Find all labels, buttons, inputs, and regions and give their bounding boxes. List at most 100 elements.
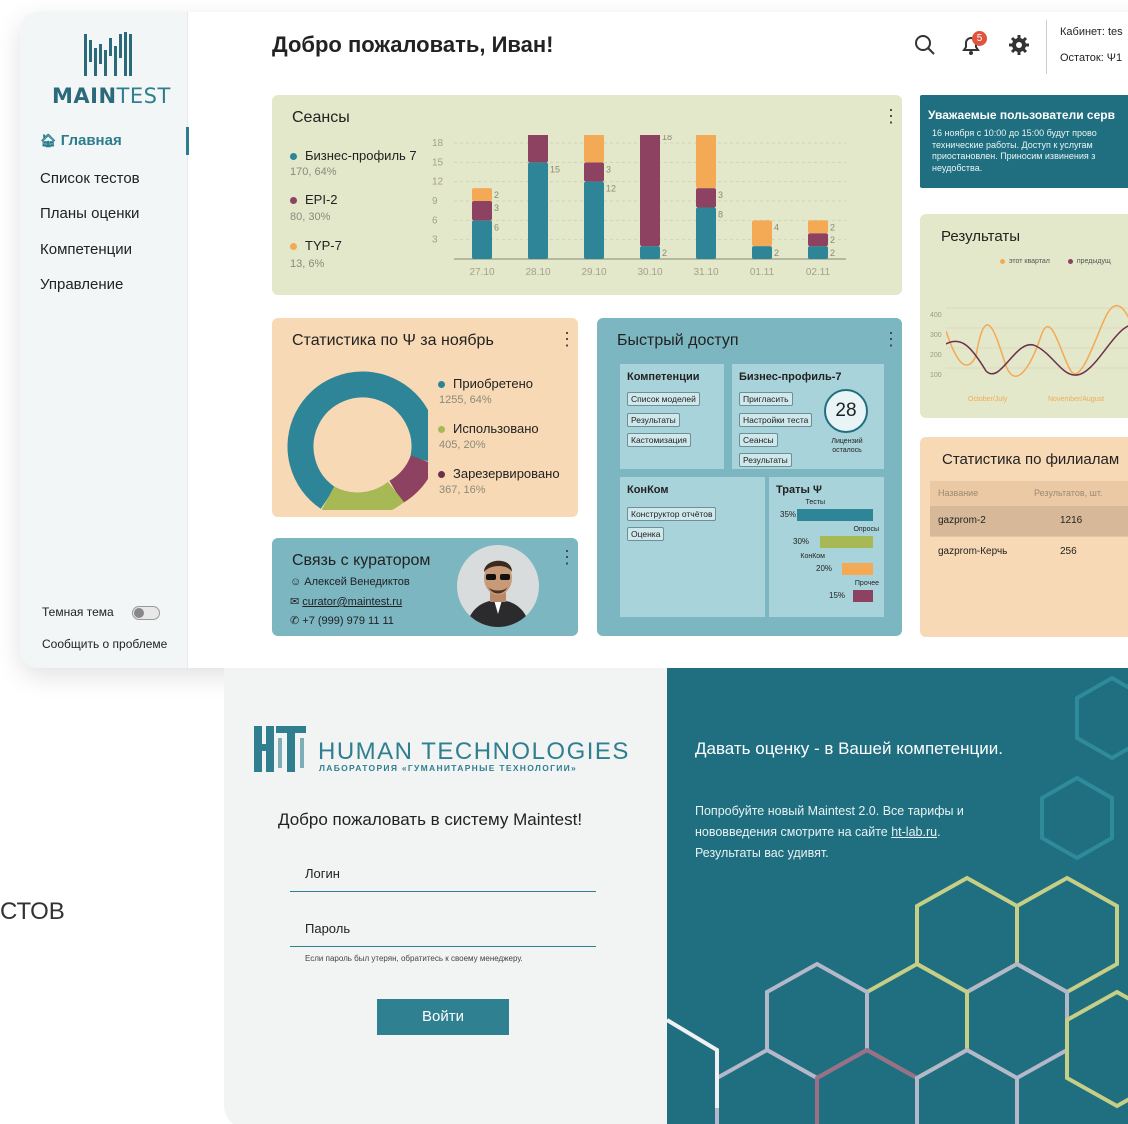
y-tick-label: 15 [432,157,444,168]
gear-icon[interactable] [1008,34,1030,56]
sessions-title: Сеансы [292,109,350,126]
bar-value-label: 4 [774,222,779,232]
bar-value-label: 2 [494,190,499,200]
results-line-chart [946,304,1128,377]
brand-name: HUMAN TECHNOLOGIES [318,738,630,765]
stats-legend-item: Приобретено [438,376,533,391]
x-tick-label: 02.11 [806,267,831,278]
bar-segment [696,135,716,189]
notification-badge: 5 [972,31,987,46]
stats-menu-icon[interactable]: ⋮ [558,330,576,348]
sidebar-item-home[interactable]: 🏠︎ Главная [40,132,122,149]
donut-segment-reserved [388,454,428,504]
quick-access-menu-icon[interactable]: ⋮ [882,330,900,348]
login-field[interactable]: Логин [290,866,596,892]
spend-bar [841,563,873,575]
results-xtick: October/July [968,396,1008,403]
results-xtick: November/August [1048,396,1105,403]
x-tick-label: 28.10 [525,267,550,278]
sessions-legend-sub: 170, 64% [290,166,337,178]
bar-segment [528,135,548,163]
password-field[interactable]: Пароль [290,921,596,947]
sidebar-item-competencies[interactable]: Компетенции [40,241,132,258]
balance-label: Остаток: Ψ1 [1060,52,1123,64]
sessions-card: Сеансы ⋮ Бизнес-профиль 7 170, 64% EPI-2… [272,95,902,295]
legend-dot-icon [438,426,445,434]
qa-link-bp7-results[interactable]: Результаты [739,453,792,467]
bar-segment [752,246,772,259]
stats-title: Статистика по Ψ за ноябрь [292,332,494,349]
bar-segment [696,188,716,208]
y-tick-label: 3 [432,235,438,246]
dashboard-window: MAINTEST 🏠︎ Главная Список тестов Планы … [20,12,1128,668]
qa-link-test-settings[interactable]: Настройки теста [739,413,813,427]
user-icon: ☺ [290,576,302,588]
stats-legend-sub: 405, 20% [439,439,486,451]
bar-value-label: 2 [662,248,667,258]
qa-link-sessions[interactable]: Сеансы [739,433,778,447]
qa-competencies-panel: Компетенции Список моделей Результаты Ка… [620,364,724,469]
bar-segment [584,135,604,163]
x-tick-label: 31.10 [693,267,718,278]
qa-link-customization[interactable]: Кастомизация [627,433,691,447]
bar-value-label: 3 [494,203,499,213]
login-button[interactable]: Войти [377,999,509,1035]
spend-bar [819,536,873,548]
y-tick-label: 18 [432,138,444,149]
qa-bp7-panel: Бизнес-профиль-7 Пригласить Настройки те… [732,364,884,469]
bar-value-label: 18 [662,135,672,142]
qa-link-results[interactable]: Результаты [627,413,680,427]
results-legend: этот квартал предыдущ [1000,258,1111,265]
qa-konkom-title: КонКом [627,484,669,496]
qa-link-evaluation[interactable]: Оценка [627,527,665,541]
dark-theme-toggle[interactable] [132,606,160,620]
promo-tagline: Давать оценку - в Вашей компетенции. [695,739,1003,758]
spend-percent-label: 30% [793,537,810,546]
password-hint: Если пароль был утерян, обратитесь к сво… [305,954,523,963]
sidebar-item-plans[interactable]: Планы оценки [40,205,139,222]
active-nav-indicator [186,127,189,155]
x-tick-label: 27.10 [469,267,494,278]
sidebar-item-tests[interactable]: Список тестов [40,170,140,187]
bar-segment [752,220,772,247]
x-tick-label: 30.10 [637,267,662,278]
maintest-logo-text: MAINTEST [52,84,171,108]
results-series-current [946,304,1128,377]
bar-value-label: 15 [550,164,560,174]
qa-konkom-panel: КонКом Конструктор отчётов Оценка [620,477,765,617]
sidebar-item-management[interactable]: Управление [40,276,123,293]
phone-icon: ✆ [290,615,300,627]
qa-link-models[interactable]: Список моделей [627,392,700,406]
sessions-legend-sub: 13, 6% [290,258,325,270]
promo-site-link[interactable]: ht-lab.ru [891,825,937,839]
header-divider [1046,20,1047,74]
y-tick-label: 9 [432,196,438,207]
table-row[interactable]: gazprom-2 1216 [930,506,1128,536]
results-title: Результаты [941,228,1020,245]
search-icon[interactable] [914,34,936,56]
spend-category-label: КонКом [800,553,825,560]
quick-access-card: Быстрый доступ ⋮ Компетенции Список моде… [597,318,902,636]
legend-dot-icon [1000,258,1005,264]
stats-legend-sub: 367, 16% [439,484,486,496]
stats-donut-chart [287,371,428,510]
qa-link-report-builder[interactable]: Конструктор отчётов [627,507,717,521]
table-row[interactable]: gazprom-Керчь 256 [930,536,1128,566]
qa-competencies-title: Компетенции [627,371,700,383]
y-tick-label: 6 [432,215,438,226]
legend-dot-icon [438,381,445,389]
bar-segment [472,201,492,221]
curator-email-link[interactable]: curator@maintest.ru [302,596,402,608]
qa-link-invite[interactable]: Пригласить [739,392,793,406]
curator-phone-row: ✆ +7 (999) 979 11 11 [290,615,394,627]
licenses-label: Лицензий осталось [831,438,863,454]
bar-value-label: 3 [718,190,723,200]
sessions-menu-icon[interactable]: ⋮ [882,107,900,125]
curator-menu-icon[interactable]: ⋮ [558,548,576,566]
login-screen: HUMAN TECHNOLOGIES ЛАБОРАТОРИЯ «ГУМАНИТА… [224,668,1128,1124]
bar-segment [640,135,660,247]
branches-col-results: Результатов, шт. [1034,488,1103,498]
report-problem-link[interactable]: Сообщить о проблеме [42,637,167,651]
legend-dot-icon [438,471,445,479]
results-card: Результаты этот квартал предыдущ 400 300 2… [920,214,1128,418]
